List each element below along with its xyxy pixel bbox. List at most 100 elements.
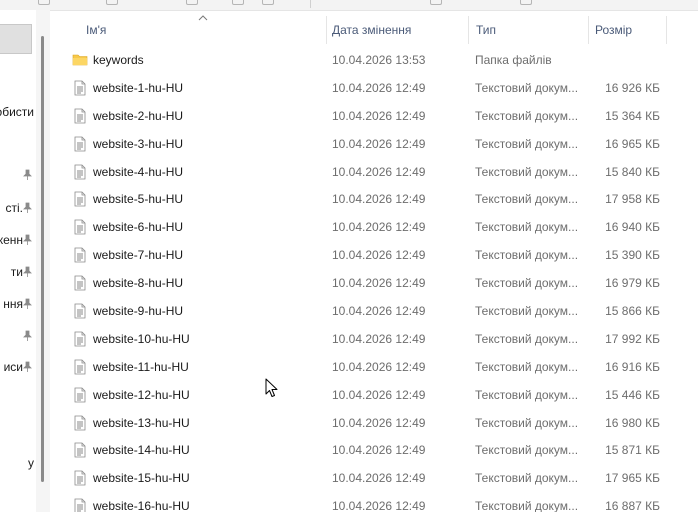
- toolbar-icon[interactable]: [430, 0, 442, 5]
- nav-scrollbar-thumb[interactable]: [41, 36, 44, 482]
- file-row[interactable]: website-2-hu-HU 10.04.2026 12:49 Текстовий…: [50, 102, 698, 130]
- file-row[interactable]: website-10-hu-HU 10.04.2026 12:49 Текстови…: [50, 325, 698, 353]
- column-header-row: Ім'я Дата змінення Тип Розмір: [50, 10, 698, 50]
- pin-icon: [23, 202, 32, 213]
- file-date-modified: 10.04.2026 12:49: [332, 248, 426, 263]
- mouse-pointer-icon: [265, 378, 278, 397]
- file-size: 15 390 КБ: [605, 248, 660, 263]
- nav-item-label: ння: [3, 297, 23, 311]
- file-type: Текстовий докум...: [475, 220, 579, 235]
- file-name: website-4-hu-HU: [93, 164, 184, 179]
- file-row[interactable]: website-1-hu-HU 10.04.2026 12:49 Текстовий…: [50, 74, 698, 102]
- file-row[interactable]: website-3-hu-HU 10.04.2026 12:49 Текстовий…: [50, 130, 698, 158]
- file-type: Папка файлів: [475, 53, 552, 67]
- text-document-icon: [74, 247, 86, 263]
- file-row[interactable]: website-12-hu-HU 10.04.2026 12:49 Текстови…: [50, 381, 698, 409]
- file-date-modified: 10.04.2026 12:49: [332, 471, 426, 486]
- nav-item[interactable]: [0, 166, 36, 184]
- file-type: Текстовий докум...: [475, 80, 579, 95]
- text-document-icon: [74, 164, 86, 179]
- nav-item[interactable]: ти: [0, 263, 36, 281]
- file-name: website-14-hu-HU: [93, 443, 190, 458]
- text-document-icon: [74, 331, 86, 347]
- file-size: 16 980 КБ: [605, 415, 660, 430]
- file-name: website-7-hu-HU: [93, 248, 184, 263]
- file-name: website-6-hu-HU: [93, 220, 184, 235]
- file-name: website-2-hu-HU: [93, 108, 184, 123]
- file-date-modified: 10.04.2026 12:49: [332, 304, 426, 319]
- pin-icon: [23, 266, 32, 277]
- folder-icon: [72, 54, 88, 66]
- file-row[interactable]: website-16-hu-HU 10.04.2026 12:49 Текстови…: [50, 492, 698, 512]
- nav-item-label: кенн: [0, 233, 23, 247]
- file-size: 16 887 КБ: [605, 499, 660, 512]
- file-date-modified: 10.04.2026 12:49: [332, 331, 426, 346]
- file-name: website-8-hu-HU: [93, 276, 184, 291]
- toolbar-icon[interactable]: [106, 0, 118, 5]
- file-name: website-9-hu-HU: [93, 304, 184, 319]
- file-row[interactable]: website-13-hu-HU 10.04.2026 12:49 Текстови…: [50, 409, 698, 437]
- file-date-modified: 10.04.2026 12:49: [332, 387, 426, 402]
- nav-item[interactable]: [0, 327, 36, 345]
- nav-item[interactable]: сті.: [0, 199, 36, 217]
- file-type: Текстовий докум...: [475, 359, 579, 374]
- file-date-modified: 10.04.2026 12:49: [332, 359, 426, 374]
- file-type: Текстовий докум...: [475, 136, 579, 151]
- file-list-pane: Ім'я Дата змінення Тип Розмір keywords 10…: [50, 10, 698, 512]
- nav-item-label: сті.: [5, 201, 24, 215]
- column-header-date[interactable]: Дата змінення: [332, 10, 411, 50]
- file-size: 17 965 КБ: [605, 471, 660, 486]
- file-size: 15 446 КБ: [605, 387, 660, 402]
- file-name: website-10-hu-HU: [93, 331, 190, 346]
- file-type: Текстовий докум...: [475, 108, 579, 123]
- toolbar-icon[interactable]: [38, 0, 50, 5]
- nav-item[interactable]: кенн: [0, 231, 36, 249]
- file-type: Текстовий докум...: [475, 387, 579, 402]
- text-document-icon: [74, 275, 86, 291]
- file-name: website-16-hu-HU: [93, 499, 190, 512]
- nav-item[interactable]: иси: [0, 358, 36, 376]
- column-header-type[interactable]: Тип: [476, 10, 496, 50]
- nav-scrollbar[interactable]: [36, 10, 50, 512]
- file-row[interactable]: website-15-hu-HU 10.04.2026 12:49 Текстови…: [50, 464, 698, 492]
- column-divider[interactable]: [468, 16, 469, 44]
- file-date-modified: 10.04.2026 12:49: [332, 164, 426, 179]
- file-row[interactable]: website-9-hu-HU 10.04.2026 12:49 Текстовий…: [50, 297, 698, 325]
- file-size: 15 871 КБ: [605, 443, 660, 458]
- file-size: 15 364 КБ: [605, 108, 660, 123]
- file-type: Текстовий докум...: [475, 443, 579, 458]
- text-document-icon: [74, 80, 86, 96]
- file-row[interactable]: website-14-hu-HU 10.04.2026 12:49 Текстови…: [50, 436, 698, 464]
- column-header-name[interactable]: Ім'я: [86, 10, 106, 50]
- file-size: 17 958 КБ: [605, 192, 660, 207]
- toolbar-icon[interactable]: [262, 0, 274, 5]
- file-size: 16 926 КБ: [605, 80, 660, 95]
- file-row[interactable]: website-11-hu-HU 10.04.2026 12:49 Текстови…: [50, 353, 698, 381]
- text-document-icon: [74, 415, 86, 430]
- folder-row[interactable]: keywords 10.04.2026 13:53 Папка файлів: [50, 46, 698, 74]
- nav-selected-item[interactable]: [0, 24, 32, 54]
- column-divider[interactable]: [326, 16, 327, 44]
- file-row[interactable]: website-8-hu-HU 10.04.2026 12:49 Текстовий…: [50, 269, 698, 297]
- file-name: website-5-hu-HU: [93, 192, 184, 207]
- text-document-icon: [74, 498, 86, 512]
- file-date-modified: 10.04.2026 12:49: [332, 276, 426, 291]
- text-document-icon: [74, 192, 86, 207]
- file-row[interactable]: website-5-hu-HU 10.04.2026 12:49 Текстовий…: [50, 185, 698, 213]
- nav-item-label: ти: [10, 265, 23, 279]
- nav-item[interactable]: у: [0, 454, 36, 472]
- column-divider[interactable]: [666, 16, 667, 44]
- nav-item[interactable]: обисти: [0, 103, 36, 121]
- column-divider[interactable]: [588, 16, 589, 44]
- toolbar-icon[interactable]: [520, 0, 532, 5]
- file-row[interactable]: website-7-hu-HU 10.04.2026 12:49 Текстовий…: [50, 241, 698, 269]
- file-row[interactable]: website-6-hu-HU 10.04.2026 12:49 Текстовий…: [50, 213, 698, 241]
- column-header-size[interactable]: Розмір: [595, 10, 632, 50]
- text-document-icon: [74, 387, 86, 403]
- nav-item[interactable]: ння: [0, 295, 36, 313]
- file-row[interactable]: website-4-hu-HU 10.04.2026 12:49 Текстовий…: [50, 158, 698, 186]
- file-date-modified: 10.04.2026 12:49: [332, 220, 426, 235]
- toolbar-icon[interactable]: [232, 0, 244, 5]
- text-document-icon: [74, 303, 86, 319]
- toolbar-icon[interactable]: [186, 0, 198, 5]
